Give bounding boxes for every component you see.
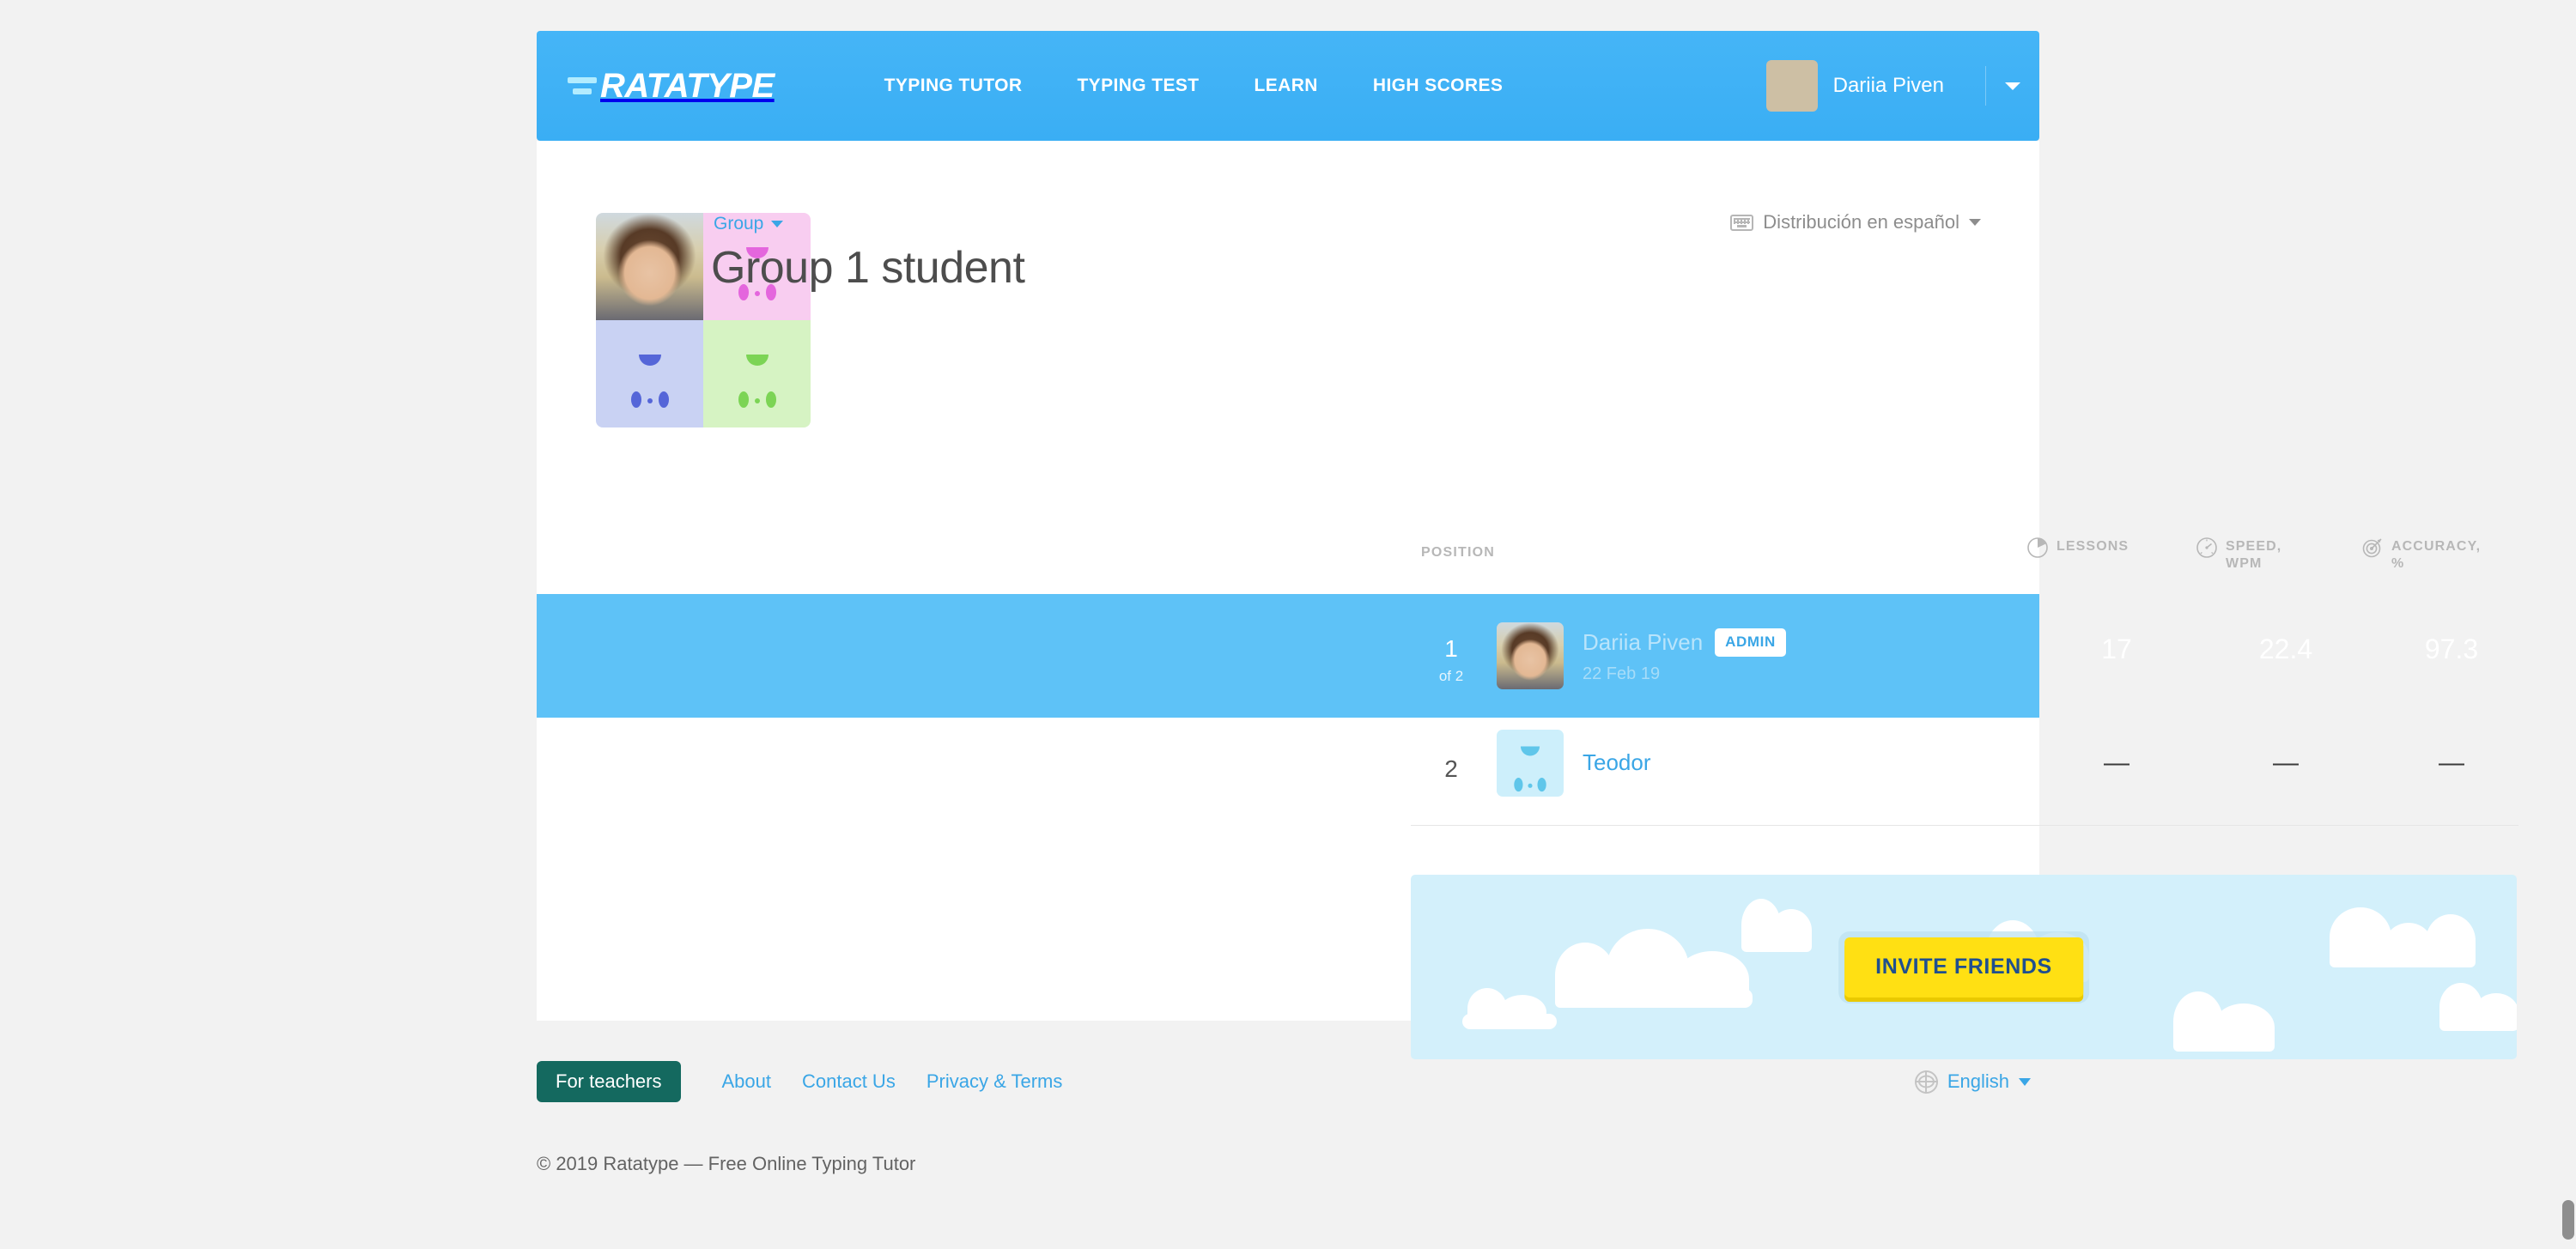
- nav-item-learn[interactable]: LEARN: [1227, 76, 1346, 96]
- target-icon: [2361, 537, 2384, 559]
- row-member-name[interactable]: Teodor: [1583, 749, 1651, 776]
- speedometer-icon: [2196, 537, 2218, 559]
- main-content-card: Group Distribución en español Group 1 st…: [537, 141, 2518, 1059]
- row-accuracy-value: 97.3: [2424, 634, 2479, 664]
- site-footer: For teachers About Contact Us Privacy & …: [537, 1056, 2039, 1107]
- cloud-icon: [1555, 926, 1753, 1008]
- chevron-down-icon: [2005, 82, 2020, 90]
- row-member: Dariia Piven ADMIN 22 Feb 19: [1497, 622, 1786, 689]
- language-label: English: [1947, 1070, 2009, 1092]
- row-speed-value: 22.4: [2258, 634, 2313, 664]
- collage-tile-photo: [596, 213, 703, 320]
- caret-down-icon: [771, 221, 784, 227]
- site-header: RATATYPE TYPING TUTOR TYPING TEST LEARN …: [537, 31, 2039, 141]
- footer-link-about[interactable]: About: [707, 1070, 787, 1093]
- keyboard-layout-label: Distribución en español: [1763, 211, 1959, 233]
- pie-chart-icon: [2026, 537, 2049, 559]
- row-member-name[interactable]: Dariia Piven: [1583, 629, 1703, 656]
- row-member: Teodor: [1497, 729, 1651, 797]
- page-root: RATATYPE TYPING TUTOR TYPING TEST LEARN …: [0, 0, 2576, 1249]
- row-position: 1 of 2: [1413, 635, 1490, 684]
- column-header-lessons: LESSONS: [2026, 537, 2129, 559]
- main-nav: TYPING TUTOR TYPING TEST LEARN HIGH SCOR…: [857, 76, 1531, 96]
- user-area: Dariia Piven: [1765, 31, 2039, 141]
- for-teachers-button[interactable]: For teachers: [537, 1061, 681, 1102]
- breadcrumb-group-link[interactable]: Group: [714, 214, 763, 234]
- breadcrumb[interactable]: Group: [714, 214, 784, 234]
- nav-item-typing-test[interactable]: TYPING TEST: [1049, 76, 1226, 96]
- scrollbar[interactable]: [2562, 1200, 2574, 1240]
- status-badge: ADMIN: [1715, 628, 1786, 657]
- table-divider: [1411, 825, 2518, 826]
- cloud-icon: [2439, 978, 2517, 1031]
- row-position-of: of 2: [1438, 668, 1464, 684]
- row-lessons-value: —: [2104, 749, 2129, 777]
- table-row[interactable]: 2 Teodor — — —: [537, 718, 2464, 808]
- keyboard-layout-selector[interactable]: Distribución en español: [1730, 211, 1981, 233]
- column-header-position: POSITION: [1421, 545, 1496, 560]
- collage-tile-green: [703, 320, 811, 427]
- keyboard-icon: [1730, 214, 1754, 231]
- footer-link-contact-us[interactable]: Contact Us: [787, 1070, 911, 1093]
- cloud-icon: [1741, 894, 1812, 952]
- page-title: Group 1 student: [711, 243, 1025, 293]
- row-lessons-value: 17: [2101, 634, 2132, 664]
- nav-item-typing-tutor[interactable]: TYPING TUTOR: [857, 76, 1050, 96]
- collage-tile-blue: [596, 320, 703, 427]
- table-row[interactable]: 1 of 2 Dariia Piven ADMIN 22 Feb 19 17 2…: [537, 594, 2478, 718]
- footer-links: About Contact Us Privacy & Terms: [707, 1070, 1078, 1093]
- language-selector[interactable]: English: [1914, 1070, 2039, 1094]
- cloud-icon: [2330, 900, 2476, 967]
- cloud-icon: [1462, 976, 1557, 1029]
- footer-link-privacy-terms[interactable]: Privacy & Terms: [911, 1070, 1078, 1093]
- avatar: [1765, 60, 1818, 112]
- row-member-date: 22 Feb 19: [1583, 664, 1661, 683]
- logo[interactable]: RATATYPE: [568, 67, 775, 106]
- column-header-accuracy: ACCURACY, %: [2361, 538, 2481, 572]
- avatar: [1497, 729, 1564, 797]
- nav-item-high-scores[interactable]: HIGH SCORES: [1346, 76, 1530, 96]
- cloud-icon: [2173, 985, 2275, 1052]
- globe-icon: [1914, 1070, 1938, 1094]
- caret-down-icon: [2019, 1077, 2031, 1086]
- speed-lines-icon: [568, 77, 597, 94]
- column-header-speed: SPEED, WPM: [2196, 537, 2282, 572]
- avatar: [1497, 622, 1564, 689]
- user-dropdown-button[interactable]: [1986, 31, 2039, 141]
- user-name: Dariia Piven: [1832, 74, 1944, 97]
- column-header-accuracy-label: ACCURACY, %: [2391, 539, 2482, 571]
- caret-down-icon: [1969, 219, 1981, 226]
- copyright-text: © 2019 Ratatype — Free Online Typing Tut…: [537, 1153, 916, 1174]
- row-position-number: 2: [1444, 755, 1458, 782]
- column-header-speed-label: SPEED, WPM: [2226, 539, 2282, 571]
- logo-text: RATATYPE: [600, 66, 775, 105]
- invite-banner: INVITE FRIENDS: [1411, 875, 2517, 1059]
- row-accuracy-value: —: [2439, 749, 2464, 777]
- table-header: POSITION LESSONS SPEED, WPM ACCURACY, %: [537, 537, 2480, 581]
- row-position-number: 1: [1444, 635, 1458, 662]
- invite-friends-button[interactable]: INVITE FRIENDS: [1844, 937, 2083, 997]
- user-menu-trigger[interactable]: Dariia Piven: [1765, 60, 1966, 112]
- column-header-lessons-label: LESSONS: [2057, 539, 2129, 554]
- row-position: 2: [1413, 757, 1490, 781]
- row-speed-value: —: [2273, 749, 2299, 777]
